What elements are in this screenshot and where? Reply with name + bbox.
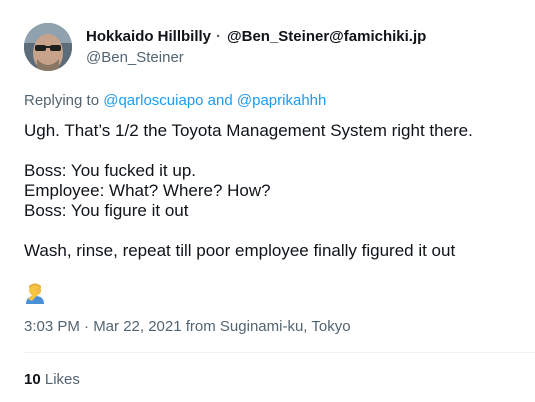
replying-prefix: Replying to xyxy=(24,92,104,109)
tweet-text-line-2: Boss: You fucked it up. xyxy=(24,161,197,180)
person-facepalming-icon xyxy=(24,282,46,304)
tweet-text-line-3: Employee: What? Where? How? xyxy=(24,181,271,200)
likes-count: 10 xyxy=(24,371,41,388)
reply-user-link-1[interactable]: @qarloscuiapo xyxy=(103,92,203,109)
name-separator: · xyxy=(216,28,221,45)
display-name[interactable]: Hokkaido Hillbilly xyxy=(86,28,211,45)
likes-stat[interactable]: 10 Likes xyxy=(24,371,80,388)
replying-to: Replying to @qarloscuiapo and @paprikahh… xyxy=(24,92,326,109)
reply-user-link-2[interactable]: @paprikahhh xyxy=(237,92,326,109)
tweet-text-line-4: Boss: You figure it out xyxy=(24,201,189,220)
user-handle[interactable]: @Ben_Steiner xyxy=(86,49,184,66)
tweet-text-line-1: Ugh. That’s 1/2 the Toyota Management Sy… xyxy=(24,121,473,140)
tweet: Hokkaido Hillbilly · @Ben_Steiner@famich… xyxy=(0,0,535,402)
mastodon-handle[interactable]: @Ben_Steiner@famichiki.jp xyxy=(227,28,426,45)
divider xyxy=(24,352,535,353)
likes-label: Likes xyxy=(40,371,80,388)
reply-conjunction: and xyxy=(203,92,237,109)
tweet-timestamp[interactable]: 3:03 PM · Mar 22, 2021 from Suginami-ku,… xyxy=(24,318,351,335)
avatar[interactable] xyxy=(24,23,72,71)
tweet-text-line-5: Wash, rinse, repeat till poor employee f… xyxy=(24,241,456,260)
